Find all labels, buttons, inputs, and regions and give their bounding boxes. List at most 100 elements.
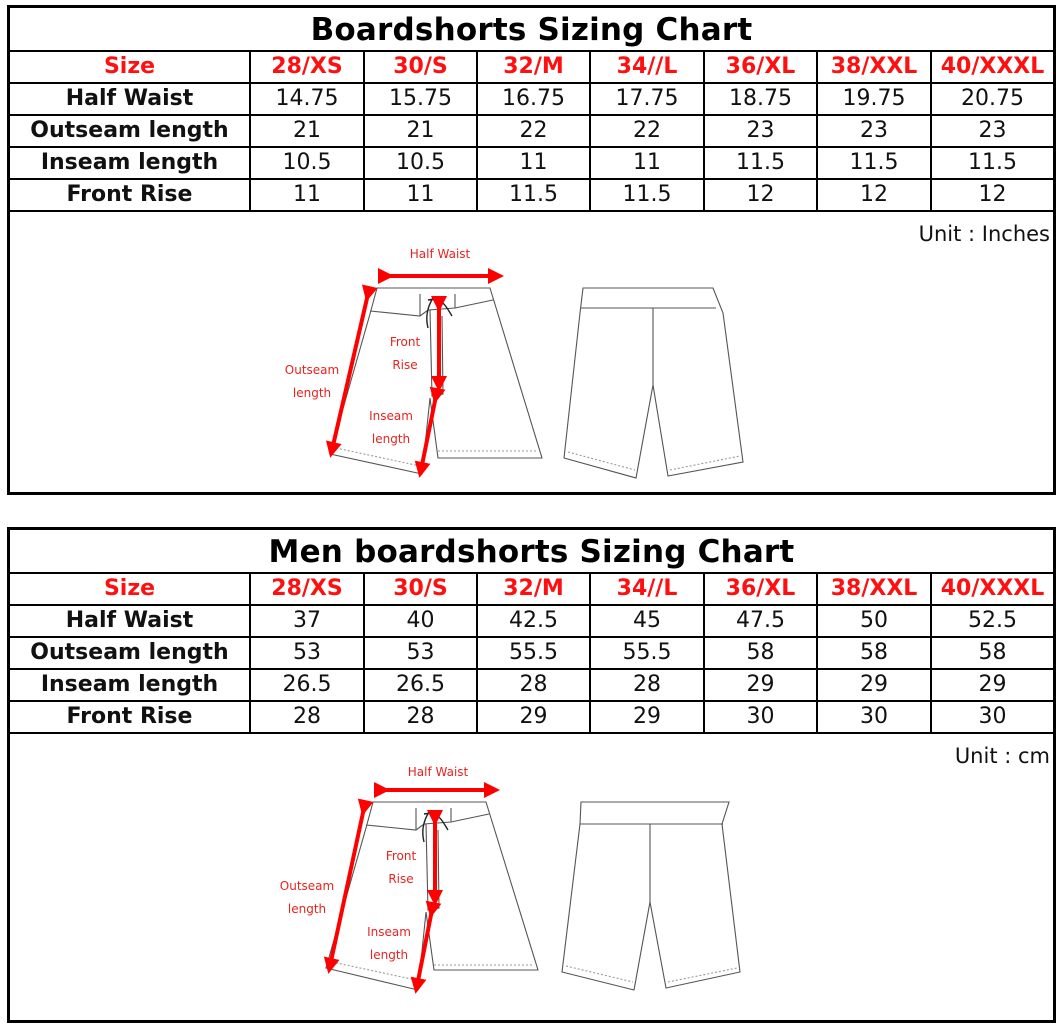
table-cell: 28 <box>589 668 705 702</box>
table-row: Outseam length 53 53 55.5 55.5 58 58 58 <box>10 636 1053 670</box>
table-cell: 21 <box>249 114 365 148</box>
table-cell: 29 <box>930 668 1053 702</box>
size-header: 36/XL <box>703 52 818 84</box>
size-header-row: Size 28/XS 30/S 32/M 34//L 36/XL 38/XXL … <box>10 574 1053 606</box>
row-label: Half Waist <box>10 604 251 638</box>
table-cell: 23 <box>930 114 1053 148</box>
table-cell: 26.5 <box>363 668 478 702</box>
table-cell: 30 <box>816 700 932 734</box>
table-cell: 11.5 <box>816 146 932 180</box>
table-cell: 55.5 <box>589 636 705 670</box>
table-cell: 53 <box>249 636 365 670</box>
sizing-table: Size 28/XS 30/S 32/M 34//L 36/XL 38/XXL … <box>10 574 1053 734</box>
table-cell: 10.5 <box>249 146 365 180</box>
front-rise-label: Rise <box>388 872 413 886</box>
table-cell: 11.5 <box>476 178 591 212</box>
outseam-label: length <box>288 902 326 916</box>
measurement-diagram: Half Waist Front Rise Outseam length Ins… <box>285 247 744 479</box>
measurement-diagram: Half Waist Front Rise Outseam length Ins… <box>280 765 741 994</box>
cm-sizing-panel: Men boardshorts Sizing Chart Size 28/XS … <box>7 527 1056 1023</box>
table-cell: 29 <box>589 700 705 734</box>
size-header: 30/S <box>363 574 478 606</box>
size-header: 32/M <box>476 52 591 84</box>
back-shorts-illustration <box>561 801 741 991</box>
table-cell: 11 <box>249 178 365 212</box>
row-label: Outseam length <box>10 114 251 148</box>
table-cell: 28 <box>249 700 365 734</box>
table-cell: 42.5 <box>476 604 591 638</box>
half-waist-label: Half Waist <box>408 765 469 779</box>
outseam-label: Outseam <box>285 363 339 377</box>
back-shorts-illustration <box>563 287 744 479</box>
table-cell: 53 <box>363 636 478 670</box>
table-cell: 29 <box>476 700 591 734</box>
table-cell: 55.5 <box>476 636 591 670</box>
table-cell: 11.5 <box>589 178 705 212</box>
front-rise-label: Front <box>390 335 421 349</box>
table-cell: 16.75 <box>476 82 591 116</box>
inseam-label: Inseam <box>367 925 411 939</box>
table-cell: 20.75 <box>930 82 1053 116</box>
table-cell: 50 <box>816 604 932 638</box>
table-row: Front Rise 11 11 11.5 11.5 12 12 12 <box>10 178 1053 212</box>
size-header: 28/XS <box>249 52 365 84</box>
table-cell: 28 <box>363 700 478 734</box>
table-row: Inseam length 26.5 26.5 28 28 29 29 29 <box>10 668 1053 702</box>
table-cell: 28 <box>476 668 591 702</box>
sizing-table: Size 28/XS 30/S 32/M 34//L 36/XL 38/XXL … <box>10 52 1053 212</box>
table-cell: 22 <box>476 114 591 148</box>
size-header: 34//L <box>589 574 705 606</box>
size-label: Size <box>10 574 251 606</box>
row-label: Front Rise <box>10 178 251 212</box>
table-cell: 40 <box>363 604 478 638</box>
table-cell: 11.5 <box>703 146 818 180</box>
table-cell: 11.5 <box>930 146 1053 180</box>
size-header: 40/XXXL <box>930 574 1053 606</box>
front-rise-label: Rise <box>392 358 417 372</box>
table-cell: 45 <box>589 604 705 638</box>
size-header: 28/XS <box>249 574 365 606</box>
table-cell: 29 <box>816 668 932 702</box>
table-cell: 58 <box>816 636 932 670</box>
table-cell: 11 <box>363 178 478 212</box>
table-cell: 10.5 <box>363 146 478 180</box>
table-cell: 58 <box>703 636 818 670</box>
size-header-row: Size 28/XS 30/S 32/M 34//L 36/XL 38/XXL … <box>10 52 1053 84</box>
table-cell: 19.75 <box>816 82 932 116</box>
table-cell: 58 <box>930 636 1053 670</box>
inches-sizing-panel: Boardshorts Sizing Chart Size 28/XS 30/S… <box>7 5 1056 495</box>
table-cell: 26.5 <box>249 668 365 702</box>
front-rise-label: Front <box>386 849 417 863</box>
row-label: Inseam length <box>10 668 251 702</box>
table-row: Half Waist 14.75 15.75 16.75 17.75 18.75… <box>10 82 1053 116</box>
table-row: Front Rise 28 28 29 29 30 30 30 <box>10 700 1053 734</box>
table-cell: 14.75 <box>249 82 365 116</box>
size-header: 38/XXL <box>816 574 932 606</box>
table-cell: 17.75 <box>589 82 705 116</box>
size-header: 30/S <box>363 52 478 84</box>
size-label: Size <box>10 52 251 84</box>
row-label: Outseam length <box>10 636 251 670</box>
outseam-label: length <box>293 386 331 400</box>
table-cell: 22 <box>589 114 705 148</box>
table-cell: 21 <box>363 114 478 148</box>
table-cell: 23 <box>703 114 818 148</box>
table-cell: 12 <box>930 178 1053 212</box>
inseam-label: Inseam <box>369 409 413 423</box>
table-cell: 47.5 <box>703 604 818 638</box>
row-label: Half Waist <box>10 82 251 116</box>
unit-label: Unit : Inches <box>918 222 1050 246</box>
size-header: 40/XXXL <box>930 52 1053 84</box>
size-header: 36/XL <box>703 574 818 606</box>
table-cell: 12 <box>703 178 818 212</box>
inseam-label: length <box>370 948 408 962</box>
unit-label: Unit : cm <box>954 744 1050 768</box>
table-cell: 18.75 <box>703 82 818 116</box>
table-cell: 52.5 <box>930 604 1053 638</box>
table-cell: 29 <box>703 668 818 702</box>
table-cell: 11 <box>589 146 705 180</box>
table-cell: 11 <box>476 146 591 180</box>
half-waist-label: Half Waist <box>410 247 471 261</box>
size-header: 32/M <box>476 574 591 606</box>
chart-title: Men boardshorts Sizing Chart <box>10 530 1053 574</box>
